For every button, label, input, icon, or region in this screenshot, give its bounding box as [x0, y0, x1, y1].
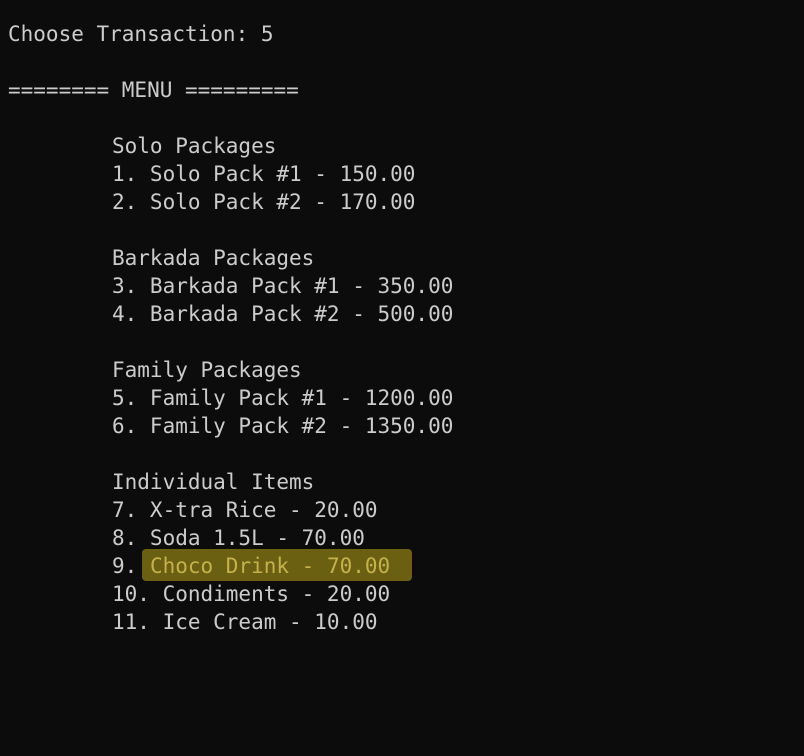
menu-item-2: 2. Solo Pack #2 - 170.00: [112, 190, 416, 214]
transaction-prompt: Choose Transaction: 5: [8, 22, 274, 46]
menu-item-4: 4. Barkada Pack #2 - 500.00: [112, 302, 454, 326]
section-title-solo: Solo Packages: [112, 134, 277, 158]
section-title-barkada: Barkada Packages: [112, 246, 315, 270]
menu-item-11: 11. Ice Cream - 10.00: [112, 610, 378, 634]
section-title-family: Family Packages: [112, 358, 302, 382]
menu-item-8: 8. Soda 1.5L - 70.00: [112, 526, 365, 550]
menu-item-10: 10. Condiments - 20.00: [112, 582, 391, 606]
menu-item-6: 6. Family Pack #2 - 1350.00: [112, 414, 454, 438]
menu-item-3: 3. Barkada Pack #1 - 350.00: [112, 274, 454, 298]
menu-item-9: 9. Choco Drink - 70.00: [112, 552, 390, 580]
section-title-individual: Individual Items: [112, 470, 315, 494]
console-window: Choose Transaction: 5 ======== MENU ====…: [0, 0, 804, 666]
menu-item-1: 1. Solo Pack #1 - 150.00: [112, 162, 416, 186]
menu-item-9-highlighted-text: Choco Drink - 70.00: [149, 554, 391, 578]
menu-item-9-number: 9.: [112, 554, 138, 578]
menu-item-5: 5. Family Pack #1 - 1200.00: [112, 386, 454, 410]
menu-header: ======== MENU =========: [8, 78, 299, 102]
menu-item-7: 7. X-tra Rice - 20.00: [112, 498, 378, 522]
